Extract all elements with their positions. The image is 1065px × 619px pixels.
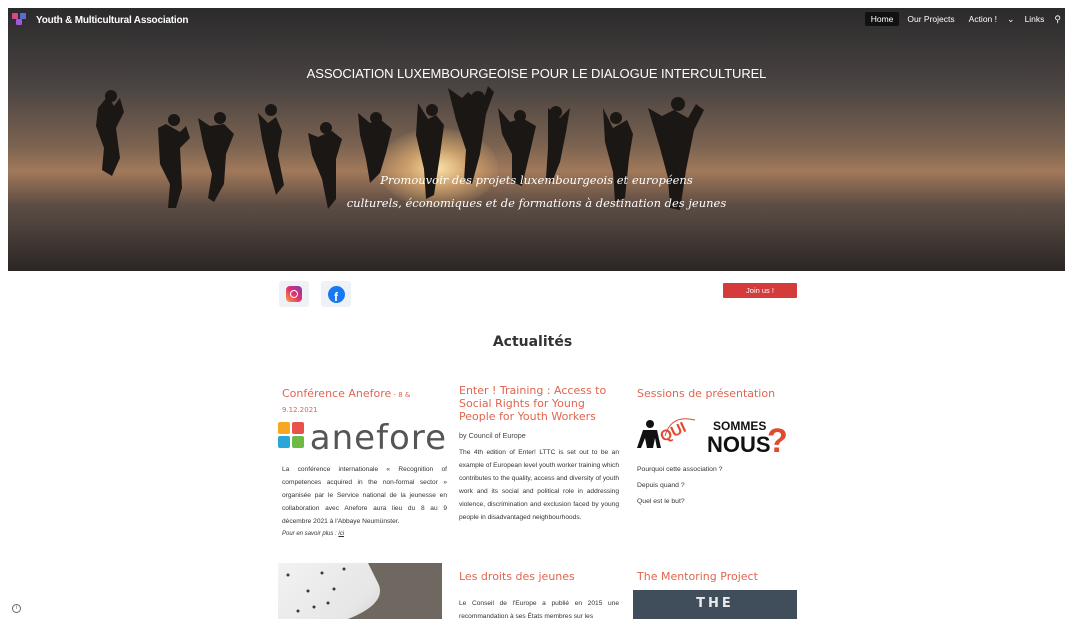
silhouettes-image	[96, 86, 704, 210]
hero-banner: ASSOCIATION LUXEMBOURGEOISE POUR LE DIAL…	[8, 8, 1065, 271]
instagram-button[interactable]	[279, 281, 309, 307]
card-more: Pour en savoir plus : ici	[282, 528, 447, 541]
question-3: Quel est le but?	[637, 498, 685, 505]
more-label: Pour en savoir plus :	[282, 531, 339, 537]
main-nav: Home Our Projects Action ! ⌄ Links ⚲	[864, 12, 1063, 26]
more-link[interactable]: ici	[338, 531, 344, 537]
card-body: Le Conseil de l'Europe a publié en 2015 …	[459, 600, 619, 619]
social-links: f	[279, 281, 351, 307]
search-icon[interactable]: ⚲	[1052, 14, 1063, 25]
question-2: Depuis quand ?	[637, 482, 685, 489]
news-heading: Actualités	[492, 334, 573, 350]
brand[interactable]: Youth & Multicultural Association	[12, 13, 188, 27]
news-card-mentoring: The Mentoring Project	[637, 570, 802, 583]
card-title-text[interactable]: Conférence Anefore	[282, 387, 391, 400]
card-title[interactable]: Les droits des jeunes	[459, 570, 619, 583]
card-title[interactable]: Sessions de présentation	[637, 387, 802, 400]
top-bar: Youth & Multicultural Association Home O…	[8, 8, 1065, 32]
mentoring-image[interactable]: THE	[633, 590, 797, 619]
news-card-droits: Les droits des jeunes Le Conseil de l'Eu…	[459, 570, 619, 619]
site-logo-icon	[12, 13, 30, 27]
nav-action[interactable]: Action !	[963, 12, 1003, 26]
card-title[interactable]: The Mentoring Project	[637, 570, 802, 583]
anefore-logo-text: anefore	[309, 418, 447, 458]
news-card-anefore: Conférence Anefore - 8 & 9.12.2021 anefo…	[278, 387, 447, 541]
anefore-logo[interactable]: anefore	[278, 421, 447, 455]
card-body: The 4th edition of Enter! LTTC is set ou…	[459, 449, 619, 521]
page: ASSOCIATION LUXEMBOURGEOISE POUR LE DIAL…	[0, 0, 1065, 619]
card-title[interactable]: Conférence Anefore - 8 & 9.12.2021	[282, 387, 447, 417]
card-title[interactable]: Enter ! Training : Access to Social Righ…	[459, 384, 619, 423]
qui-sommes-nous-logo[interactable]: QUI SOMMES NOUS ?	[637, 410, 797, 460]
facebook-button[interactable]: f	[321, 281, 351, 307]
hero-subtitle-line1: Promouvoir des projets luxembourgeois et…	[380, 173, 693, 187]
news-card-sessions: Sessions de présentation QUI SOMMES NOUS…	[637, 387, 802, 510]
anefore-logo-icon	[278, 422, 304, 454]
info-icon[interactable]: i	[12, 604, 21, 613]
sommes-text: SOMMES	[713, 419, 766, 433]
join-us-button[interactable]: Join us !	[723, 283, 797, 298]
crowd-illustration	[286, 563, 442, 619]
card-body: La conférence internationale « Recogniti…	[282, 466, 447, 525]
hero-title: ASSOCIATION LUXEMBOURGEOISE POUR LE DIAL…	[306, 66, 767, 81]
qui-text: QUI	[658, 419, 689, 446]
site-title[interactable]: Youth & Multicultural Association	[36, 15, 188, 26]
instagram-icon	[286, 286, 302, 302]
nous-text: NOUS	[707, 432, 771, 454]
chevron-down-icon[interactable]: ⌄	[1005, 14, 1017, 25]
question-mark-text: ?	[767, 422, 788, 454]
hero-subtitle-line2: culturels, économiques et de formations …	[346, 196, 727, 210]
card-author: by Council of Europe	[459, 431, 526, 440]
qui-sommes-nous-image: QUI SOMMES NOUS ?	[637, 418, 788, 460]
nav-links[interactable]: Links	[1019, 12, 1051, 26]
nav-our-projects[interactable]: Our Projects	[901, 12, 960, 26]
question-1: Pourquoi cette association ?	[637, 466, 723, 473]
nav-home[interactable]: Home	[864, 12, 900, 26]
news-card-enter-training: Enter ! Training : Access to Social Righ…	[459, 384, 619, 524]
crowd-image[interactable]	[278, 563, 442, 619]
facebook-icon: f	[327, 285, 345, 303]
